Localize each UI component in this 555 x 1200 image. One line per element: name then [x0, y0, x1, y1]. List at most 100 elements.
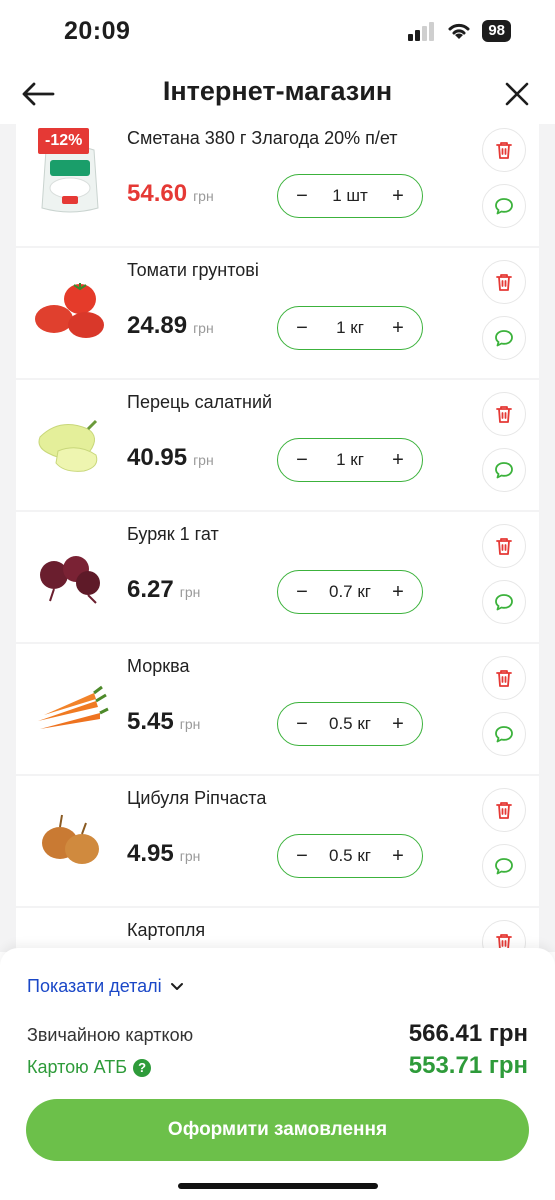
- atb-card-label: Картою АТБ: [27, 1057, 128, 1077]
- quantity-value: 0.5 кг: [329, 846, 371, 865]
- comment-icon: [495, 462, 513, 479]
- beetroot-image: [40, 556, 100, 604]
- product-name: Морква: [127, 656, 190, 676]
- decrease-button[interactable]: −: [292, 186, 312, 206]
- battery-indicator: 98: [482, 20, 511, 42]
- increase-button[interactable]: +: [388, 846, 408, 866]
- product-name: Цибуля Ріпчаста: [127, 788, 267, 808]
- product-name: Перець салатний: [127, 392, 273, 412]
- status-time: 20:09: [64, 17, 131, 45]
- delete-button[interactable]: [482, 788, 526, 832]
- delete-button[interactable]: [482, 128, 526, 172]
- currency-label: грн: [193, 452, 214, 468]
- increase-button[interactable]: +: [388, 450, 408, 470]
- cart-item: Цибуля Ріпчаста 4.95 грн − 0.5 кг +: [16, 776, 539, 906]
- trash-icon: [496, 142, 512, 159]
- cart-item: Перець салатний 40.95 грн − 1 кг +: [16, 380, 539, 510]
- product-image: [30, 798, 110, 878]
- increase-button[interactable]: +: [388, 714, 408, 734]
- quantity-value: 0.7 кг: [329, 582, 371, 601]
- price-value: 5.45: [127, 708, 174, 735]
- quantity-value: 1 кг: [336, 450, 364, 469]
- increase-button[interactable]: +: [388, 318, 408, 338]
- regular-card-label: Звичайною карткою: [27, 1025, 194, 1045]
- quantity-stepper: − 1 кг +: [277, 438, 423, 482]
- comment-button[interactable]: [482, 448, 526, 492]
- trash-icon: [496, 802, 512, 819]
- product-price: 40.95 грн: [127, 444, 214, 472]
- product-name: Томати грунтові: [127, 260, 259, 280]
- comment-button[interactable]: [482, 316, 526, 360]
- comment-button[interactable]: [482, 184, 526, 228]
- price-value: 54.60: [127, 180, 188, 207]
- atb-card-total: 553.71 грн: [408, 1052, 528, 1079]
- price-value: 40.95: [127, 444, 188, 471]
- tomatoes-image: [35, 283, 104, 338]
- quantity-stepper: − 0.5 кг +: [277, 702, 423, 746]
- delete-button[interactable]: [482, 392, 526, 436]
- currency-label: грн: [193, 320, 214, 336]
- comment-button[interactable]: [482, 844, 526, 888]
- product-image: [30, 666, 110, 746]
- status-icons: 98: [408, 20, 511, 42]
- help-icon[interactable]: ?: [133, 1058, 152, 1077]
- price-value: 6.27: [127, 576, 174, 603]
- wifi-icon: [448, 23, 470, 39]
- peppers-image: [38, 419, 98, 472]
- quantity-value: 1 шт: [332, 186, 368, 205]
- decrease-button[interactable]: −: [292, 582, 312, 602]
- cart-item: Томати грунтові 24.89 грн − 1 кг +: [16, 248, 539, 378]
- quantity-stepper: − 0.5 кг +: [277, 834, 423, 878]
- cart-list[interactable]: -12% Сметана 380 г Злагода 20% п/ет 54.6…: [0, 124, 555, 952]
- comment-icon: [495, 198, 513, 215]
- cart-item: Буряк 1 гат 6.27 грн − 0.7 кг +: [16, 512, 539, 642]
- trash-icon: [496, 274, 512, 291]
- increase-button[interactable]: +: [388, 582, 408, 602]
- onion-image: [42, 814, 99, 864]
- product-price: 6.27 грн: [127, 576, 200, 604]
- product-image: [30, 534, 110, 614]
- product-image: [30, 402, 110, 482]
- comment-button[interactable]: [482, 580, 526, 624]
- increase-button[interactable]: +: [388, 186, 408, 206]
- close-icon: [505, 82, 529, 106]
- header: Інтернет-магазин: [0, 66, 555, 124]
- signal-icon: [408, 22, 435, 41]
- currency-label: грн: [179, 584, 201, 600]
- product-price: 4.95 грн: [127, 840, 200, 868]
- decrease-button[interactable]: −: [292, 846, 312, 866]
- show-details-label: Показати деталі: [27, 976, 162, 996]
- cart-item: Морква 5.45 грн − 0.5 кг +: [16, 644, 539, 774]
- comment-icon: [495, 858, 513, 875]
- product-price: 24.89 грн: [127, 312, 214, 340]
- quantity-stepper: − 1 шт +: [277, 174, 423, 218]
- show-details-link[interactable]: Показати деталі: [27, 976, 184, 997]
- discount-badge: -12%: [38, 128, 90, 154]
- trash-icon: [496, 406, 512, 423]
- price-value: 24.89: [127, 312, 188, 339]
- product-name: Буряк 1 гат: [127, 524, 219, 544]
- carrots-image: [38, 685, 109, 729]
- chevron-down-icon: [170, 982, 183, 990]
- decrease-button[interactable]: −: [292, 714, 312, 734]
- regular-card-total-row: Звичайною карткою 566.41 грн: [27, 1020, 528, 1048]
- delete-button[interactable]: [482, 260, 526, 304]
- decrease-button[interactable]: −: [292, 318, 312, 338]
- product-price: 54.60 грн: [127, 180, 214, 208]
- comment-icon: [495, 330, 513, 347]
- quantity-stepper: − 1 кг +: [277, 306, 423, 350]
- comment-button[interactable]: [482, 712, 526, 756]
- cart-item: -12% Сметана 380 г Злагода 20% п/ет 54.6…: [16, 124, 539, 246]
- product-name: Картопля: [127, 920, 206, 940]
- product-price: 5.45 грн: [127, 708, 200, 736]
- checkout-button[interactable]: Оформити замовлення: [26, 1099, 529, 1161]
- delete-button[interactable]: [482, 656, 526, 700]
- close-button[interactable]: [497, 74, 537, 114]
- product-name: Сметана 380 г Злагода 20% п/ет: [127, 128, 398, 148]
- currency-label: грн: [179, 848, 201, 864]
- currency-label: грн: [179, 716, 201, 732]
- decrease-button[interactable]: −: [292, 450, 312, 470]
- trash-icon: [496, 538, 512, 555]
- delete-button[interactable]: [482, 524, 526, 568]
- trash-icon: [496, 670, 512, 687]
